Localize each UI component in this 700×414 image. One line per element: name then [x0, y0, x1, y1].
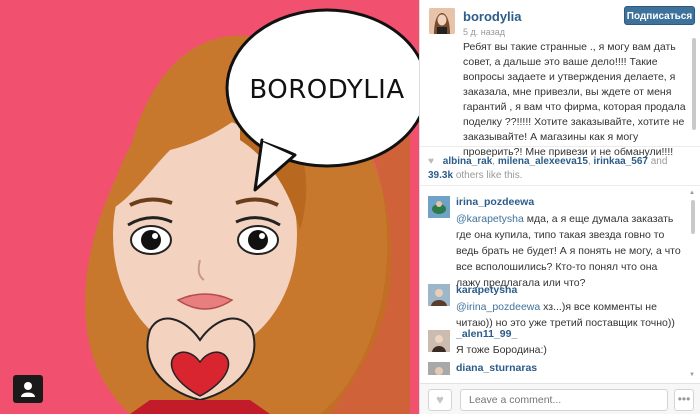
mention[interactable]: @karapetysha — [456, 213, 524, 225]
post-details-panel: borodylia 5 д. назад Подписаться Ребят в… — [420, 0, 700, 414]
comment-username[interactable]: diana_sturnaras — [456, 362, 537, 374]
bubble-text: BORODYLIA — [249, 75, 405, 105]
list-item: diana_sturnaras — [420, 361, 690, 375]
list-item: _alen11_99_ Я тоже Бородина:) — [420, 328, 690, 362]
comment-username[interactable]: karapetysha — [456, 284, 517, 296]
more-options-button[interactable]: ••• — [674, 389, 694, 411]
comment-input[interactable] — [460, 389, 668, 411]
avatar[interactable] — [428, 196, 450, 218]
comments-list: irina_pozdeewa @karapetysha мда, а я еще… — [420, 185, 700, 375]
comment-text: Я тоже Бородина:) — [456, 344, 547, 356]
like-user[interactable]: milena_alexeeva15 — [498, 156, 588, 167]
illustration — [85, 8, 419, 414]
likes-count[interactable]: 39.3k — [428, 170, 453, 181]
avatar[interactable] — [428, 362, 450, 375]
post-caption: Ребят вы такие странные ., я могу вам да… — [463, 41, 686, 158]
list-item: karapetysha @irina_pozdeewa хз...)я все … — [420, 282, 690, 330]
mention[interactable]: @irina_pozdeewa — [456, 301, 540, 313]
post-header: borodylia 5 д. назад Подписаться Ребят в… — [420, 0, 700, 158]
user-icon — [21, 382, 35, 397]
comment-username[interactable]: irina_pozdeewa — [456, 196, 534, 208]
avatar[interactable] — [428, 284, 450, 306]
likes-and: and — [650, 156, 668, 167]
post-timestamp[interactable]: 5 д. назад — [463, 27, 505, 37]
comment-bar: ♥ ••• — [420, 383, 700, 414]
heart-icon: ♥ — [428, 156, 434, 167]
follow-button[interactable]: Подписаться — [624, 6, 695, 25]
separator — [420, 146, 700, 147]
list-item: irina_pozdeewa @karapetysha мда, а я еще… — [420, 194, 690, 289]
comment-text: @irina_pozdeewa хз...)я все комменты не … — [456, 301, 675, 329]
user-profile-button[interactable] — [13, 375, 43, 403]
post-photo[interactable]: BORODYLIA — [0, 0, 419, 414]
comment-text: @karapetysha мда, а я еще думала заказат… — [456, 213, 681, 289]
post-username[interactable]: borodylia — [463, 9, 522, 24]
avatar[interactable] — [429, 8, 455, 34]
heart-icon: ♥ — [436, 392, 444, 407]
like-user[interactable]: irinkaa_567 — [593, 156, 648, 167]
like-user[interactable]: albina_rak — [443, 156, 492, 167]
comments-scrollbar[interactable] — [691, 200, 695, 234]
scroll-up-arrow[interactable]: ▲ — [689, 190, 695, 196]
scroll-down-arrow[interactable]: ▼ — [689, 372, 695, 378]
likes-summary: ♥ albina_rak, milena_alexeeva15, irinkaa… — [428, 156, 668, 181]
caption-scrollbar[interactable] — [692, 38, 696, 130]
likes-suffix: others like this. — [455, 170, 523, 181]
avatar[interactable] — [428, 330, 450, 352]
like-button[interactable]: ♥ — [428, 389, 452, 411]
comment-username[interactable]: _alen11_99_ — [456, 328, 517, 340]
